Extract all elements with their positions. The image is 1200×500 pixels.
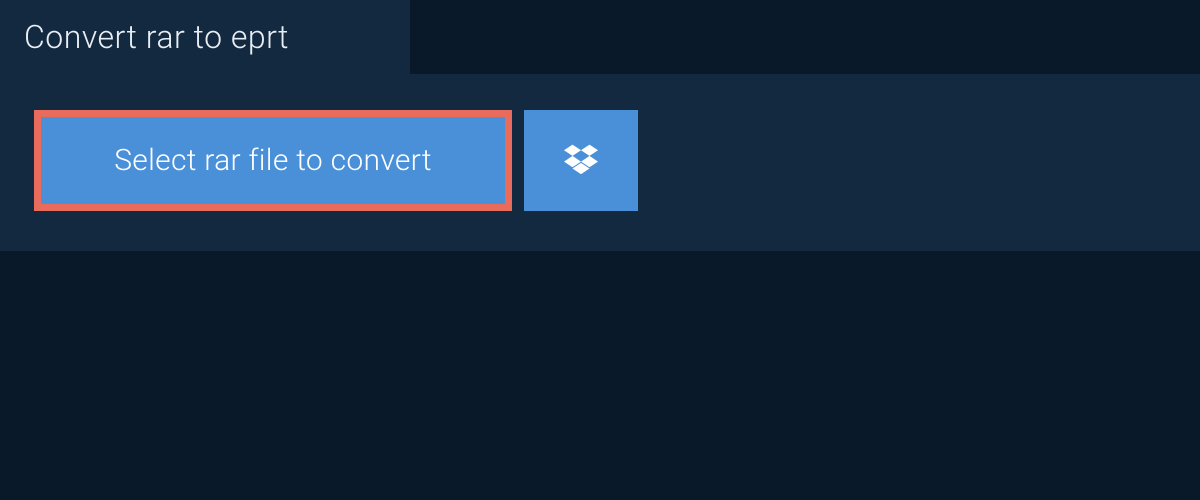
select-file-button[interactable]: Select rar file to convert <box>34 110 512 211</box>
dropbox-icon <box>564 144 598 178</box>
page-title: Convert rar to eprt <box>24 18 378 56</box>
tab-header: Convert rar to eprt <box>0 0 410 74</box>
upload-panel: Select rar file to convert <box>0 74 1200 251</box>
select-file-label: Select rar file to convert <box>114 143 432 178</box>
dropbox-button[interactable] <box>524 110 638 211</box>
